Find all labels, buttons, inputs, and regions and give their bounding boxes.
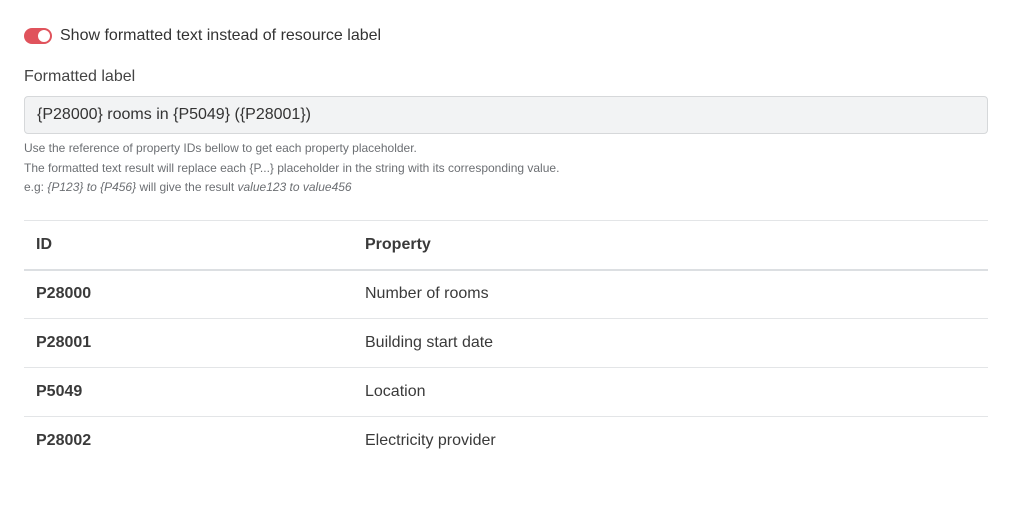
table-header-row: ID Property [24,220,988,270]
help-example-middle: will give the result [136,180,238,194]
property-id: P28000 [36,285,92,303]
property-id: P28002 [36,432,92,450]
formatted-text-toggle-label: Show formatted text instead of resource … [60,27,382,44]
property-name: Building start date [365,334,494,351]
property-id: P5049 [36,383,83,400]
help-example-prefix: e.g: [24,180,48,194]
formatted-label-help: Use the reference of property IDs bellow… [24,139,559,198]
column-header-property: Property [365,235,431,253]
formatted-text-toggle-row: Show formatted text instead of resource … [24,26,381,46]
formatted-text-toggle[interactable] [24,28,52,44]
column-header-id: ID [36,235,52,253]
toggle-knob [38,30,50,42]
property-name: Location [365,383,426,400]
help-line-1: Use the reference of property IDs bellow… [24,141,417,155]
help-line-3: e.g: {P123} to {P456} will give the resu… [24,178,559,198]
property-reference-table: ID Property P28000 Number of rooms P2800… [24,220,988,466]
property-id: P28001 [36,334,92,351]
table-row: P28001 Building start date [24,319,988,368]
property-name: Number of rooms [365,285,489,303]
table-row: P28000 Number of rooms [24,270,988,319]
table-row: P28002 Electricity provider [24,417,988,466]
help-example-input: {P123} to {P456} [47,180,137,194]
help-example-result: value123 to value456 [237,180,352,194]
help-line-2: The formatted text result will replace e… [24,160,560,175]
property-name: Electricity provider [365,432,496,450]
formatted-label-input[interactable] [24,96,988,134]
formatted-label-heading: Formatted label [24,68,136,85]
table-row: P5049 Location [24,368,988,417]
